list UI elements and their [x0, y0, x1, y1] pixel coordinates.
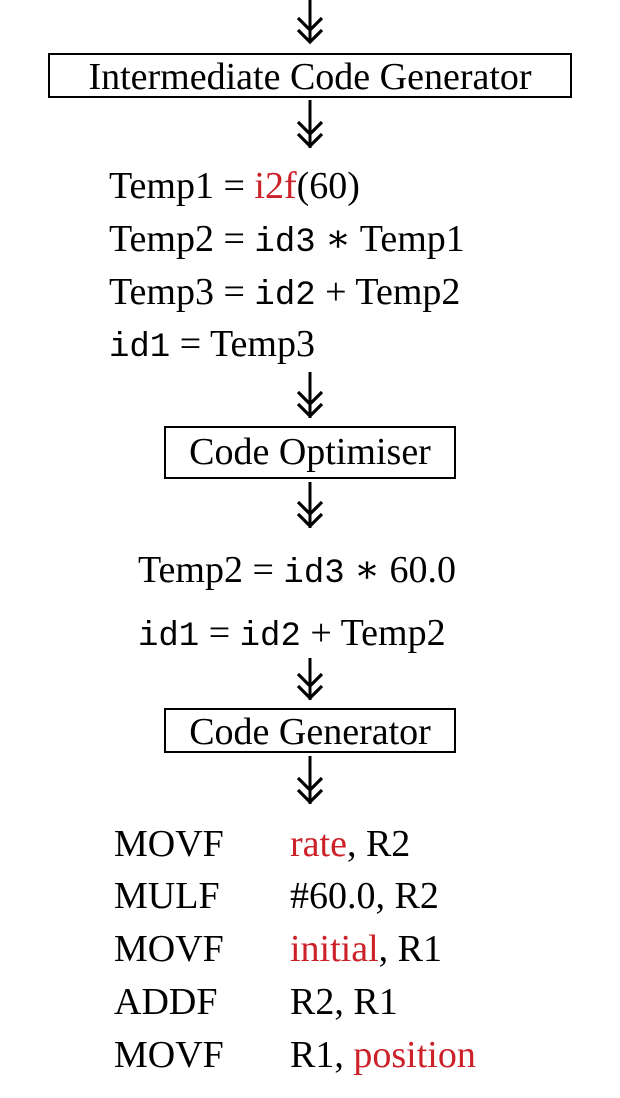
- intermediate-code-generator-box: Intermediate Code Generator: [48, 53, 572, 98]
- position-variable: position: [353, 1034, 476, 1076]
- code-optimiser-box: Code Optimiser: [164, 426, 456, 479]
- initial-variable: initial: [290, 928, 379, 970]
- arrow-to-intermediate-code-icon: [296, 100, 324, 149]
- intermediate-line-1: Temp1 = i2f(60): [109, 165, 360, 207]
- code-optimiser-label: Code Optimiser: [189, 431, 431, 473]
- i2f-function: i2f: [254, 165, 297, 207]
- code-generator-box: Code Generator: [164, 708, 456, 753]
- optimised-line-1: Temp2 = id3 ∗ 60.0: [138, 549, 456, 593]
- arrow-to-assembly-icon: [296, 756, 324, 805]
- arrow-to-optimised-code-icon: [296, 482, 324, 529]
- rate-variable: rate: [290, 823, 347, 865]
- intermediate-line-2: Temp2 = id3 ∗ Temp1: [109, 218, 465, 262]
- code-generator-label: Code Generator: [189, 711, 431, 753]
- arrow-to-code-generator-icon: [296, 658, 324, 701]
- intermediate-code-generator-label: Intermediate Code Generator: [88, 56, 532, 98]
- arrow-to-optimiser-icon: [296, 372, 324, 419]
- optimised-line-2: id1 = id2 + Temp2: [138, 612, 446, 656]
- intermediate-line-3: Temp3 = id2 + Temp2: [109, 271, 461, 315]
- intermediate-line-4: id1 = Temp3: [109, 323, 315, 367]
- arrow-to-icg-icon: [296, 0, 324, 45]
